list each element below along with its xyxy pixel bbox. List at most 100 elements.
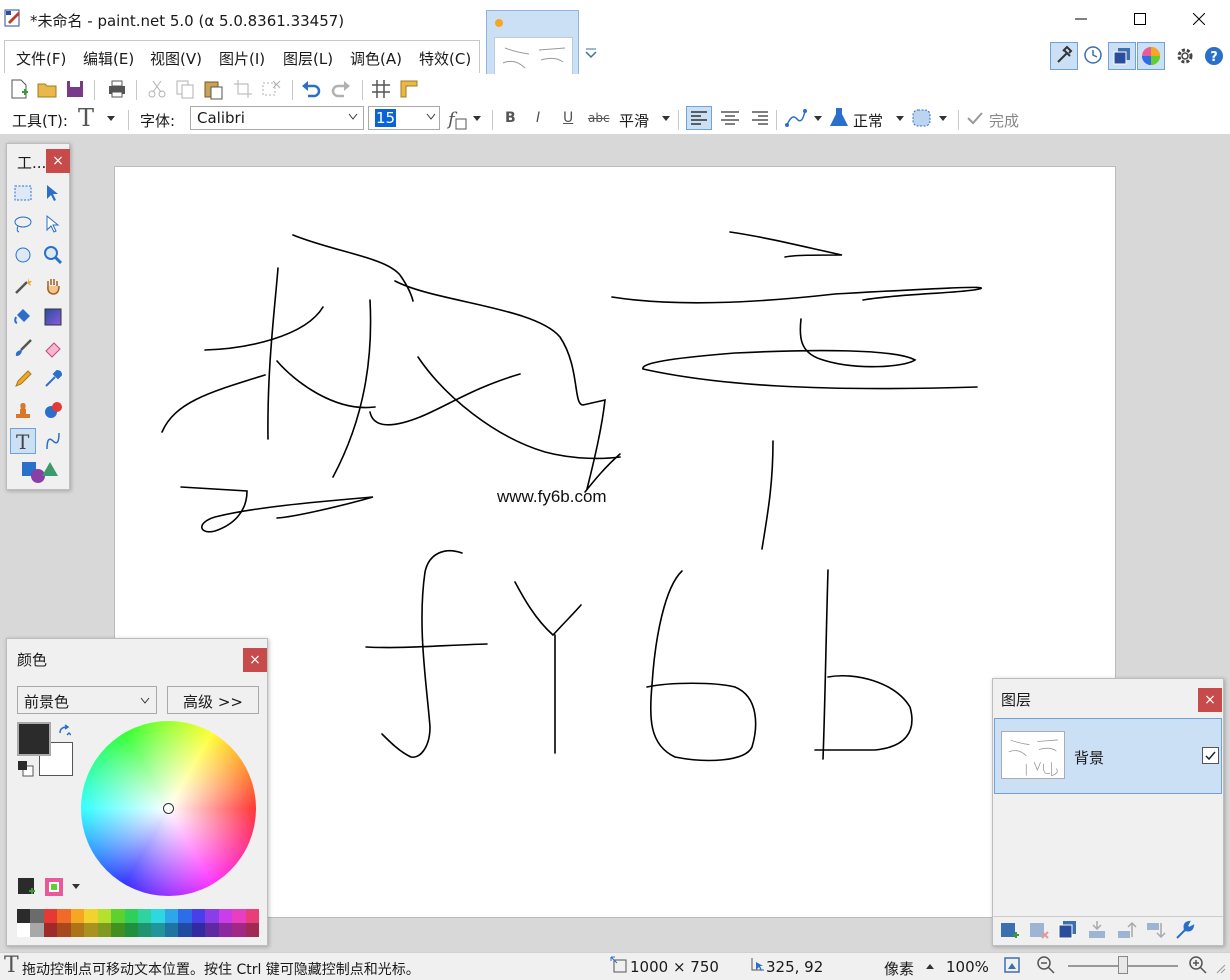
menu-view[interactable]: 视图(V) [150,48,202,69]
zoom-in-icon[interactable] [1188,955,1208,975]
palette-swatch[interactable] [57,909,71,923]
chevron-down-icon[interactable] [106,115,116,123]
move-layer-up-icon[interactable] [1115,919,1137,941]
color-picker-tool[interactable] [40,366,66,392]
palette-swatch[interactable] [245,909,259,923]
color-wheel-cursor[interactable] [163,803,174,814]
palette-swatch[interactable] [191,909,206,923]
zoom-to-window-icon[interactable] [1002,955,1022,975]
crop-icon[interactable] [232,78,254,100]
lasso-select-tool[interactable] [10,211,36,237]
merge-layer-down-icon[interactable] [1086,919,1108,941]
bold-button[interactable]: B [505,110,516,126]
shapes-tool[interactable] [17,458,65,484]
tools-panel-close-button[interactable]: × [46,149,70,173]
sampling-icon[interactable] [784,107,808,129]
palette-swatch[interactable] [164,909,179,923]
rectangle-select-tool[interactable] [10,180,36,206]
layers-panel-close-button[interactable]: × [1198,688,1222,712]
palette-swatch[interactable] [97,909,112,923]
print-icon[interactable] [106,78,128,100]
maximize-button[interactable] [1111,0,1169,38]
text-tool[interactable]: T [10,428,36,454]
magic-wand-tool[interactable] [10,273,36,299]
palette-swatch[interactable] [111,923,125,937]
palette-menu-icon[interactable] [44,877,64,897]
palette-swatch[interactable] [232,909,246,923]
menu-image[interactable]: 图片(I) [219,48,265,69]
palette-swatch[interactable] [245,923,259,937]
colors-toggle-button[interactable] [1137,42,1165,70]
clone-stamp-tool[interactable] [10,397,36,423]
close-window-button[interactable] [1170,0,1228,38]
selection-clipping-icon[interactable] [910,107,934,129]
gradient-tool[interactable] [40,304,66,330]
palette-swatch[interactable] [84,909,98,923]
palette-swatch[interactable] [30,909,44,923]
align-left-button[interactable] [686,106,712,130]
menu-effects[interactable]: 特效(C) [419,48,471,69]
eraser-tool[interactable] [40,335,66,361]
new-file-icon[interactable] [8,78,30,100]
undo-icon[interactable] [300,78,322,100]
add-to-palette-icon[interactable] [17,877,37,897]
help-button[interactable]: ? [1202,44,1226,68]
palette-swatch[interactable] [124,923,138,937]
palette-swatch[interactable] [138,923,152,937]
menu-layers[interactable]: 图层(L) [283,48,333,69]
chevron-down-icon[interactable] [938,115,948,123]
palette-swatch[interactable] [218,909,233,923]
palette-swatch[interactable] [124,909,138,923]
copy-icon[interactable] [174,78,196,100]
menu-adjustments[interactable]: 调色(A) [350,48,402,69]
palette-swatch[interactable] [151,909,165,923]
palette-swatch[interactable] [138,909,152,923]
menu-file[interactable]: 文件(F) [16,48,66,69]
paint-bucket-tool[interactable] [10,304,36,330]
paste-icon[interactable] [202,78,224,100]
open-file-icon[interactable] [36,78,58,100]
settings-button[interactable] [1173,44,1197,68]
font-icon[interactable]: f [446,107,470,131]
primary-color-swatch[interactable] [17,722,51,756]
palette-swatch[interactable] [57,923,71,937]
cut-icon[interactable] [146,78,168,100]
recolor-tool[interactable] [40,397,66,423]
layers-toggle-button[interactable] [1108,42,1136,70]
text-tool-icon[interactable]: T [78,104,94,132]
color-mode-select[interactable]: 前景色 [17,686,157,714]
colors-panel-close-button[interactable]: × [243,648,267,672]
palette-swatch[interactable] [70,923,85,937]
palette-swatch[interactable] [178,909,192,923]
color-wheel[interactable] [81,721,256,896]
canvas-text[interactable]: www.fy6b.com [497,487,607,507]
redo-icon[interactable] [330,78,352,100]
palette-swatch[interactable] [205,923,219,937]
palette-swatch[interactable] [232,923,246,937]
delete-layer-icon[interactable] [1028,919,1050,941]
minimize-button[interactable] [1052,0,1110,38]
menu-edit[interactable]: 编辑(E) [83,48,134,69]
history-toggle-button[interactable] [1080,42,1108,70]
zoom-tool[interactable] [40,242,66,268]
underline-button[interactable]: U [563,110,573,126]
ruler-icon[interactable] [398,78,420,100]
align-right-icon[interactable] [748,107,772,129]
layer-visibility-checkbox[interactable] [1202,747,1219,764]
italic-button[interactable]: I [536,110,540,126]
chevron-down-icon[interactable] [71,883,81,891]
layer-properties-wrench-icon[interactable] [1173,919,1195,941]
strikethrough-button[interactable]: abc [588,111,610,125]
pan-tool[interactable] [40,273,66,299]
font-family-select[interactable]: Calibri [190,106,364,130]
palette-swatch[interactable] [218,923,233,937]
grid-icon[interactable] [370,78,392,100]
chevron-up-icon[interactable] [925,962,935,970]
tab-dropdown-icon[interactable] [584,48,598,62]
blend-mode-flask-icon[interactable] [828,106,850,130]
save-file-icon[interactable] [64,78,86,100]
chevron-down-icon[interactable] [661,115,671,123]
palette-swatch[interactable] [17,923,31,937]
swap-colors-icon[interactable] [57,724,71,738]
color-palette[interactable] [17,909,259,937]
